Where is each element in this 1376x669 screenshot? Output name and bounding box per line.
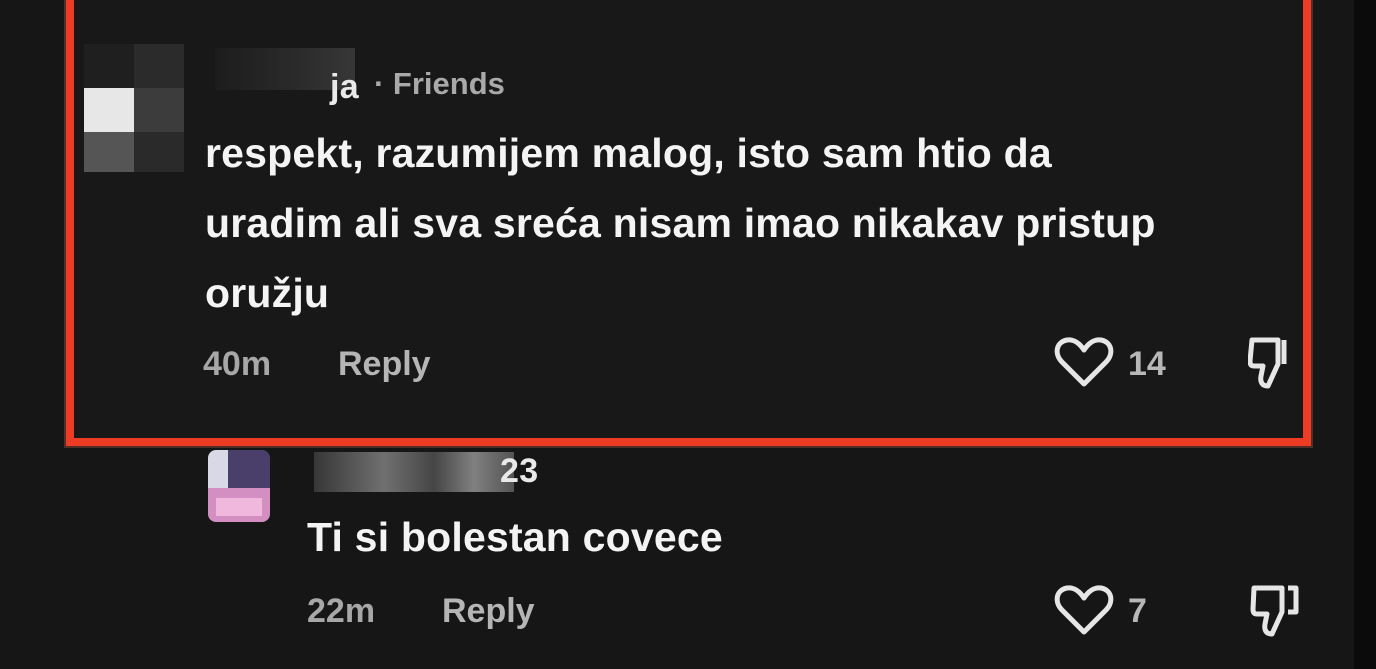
avatar[interactable] [84, 44, 184, 172]
scroll-edge [1354, 0, 1376, 669]
like-count: 7 [1128, 592, 1147, 630]
heart-icon[interactable] [1054, 336, 1114, 390]
comment-timestamp: 40m [203, 345, 272, 383]
comment-text: Ti si bolestan covece [307, 514, 723, 560]
reply-button[interactable]: Reply [338, 345, 431, 384]
thumbs-down-icon[interactable] [1250, 582, 1302, 640]
thumbs-down-icon[interactable] [1247, 334, 1292, 392]
friends-tag: · Friends [374, 66, 505, 101]
comment-timestamp: 22m [307, 592, 376, 630]
username-redaction [314, 452, 514, 492]
reply-button[interactable]: Reply [442, 592, 535, 631]
comment-username[interactable]: ja [330, 68, 359, 107]
comment-line-2: uradim ali sva sreća nisam imao nikakav … [205, 200, 1156, 246]
comment-line-1: respekt, razumijem malog, isto sam htio … [205, 130, 1052, 176]
avatar[interactable] [208, 450, 270, 522]
comment-line-3: oružju [205, 270, 330, 316]
heart-icon[interactable] [1054, 584, 1114, 638]
comment-username[interactable]: 23 [500, 452, 538, 491]
like-count: 14 [1128, 345, 1166, 383]
